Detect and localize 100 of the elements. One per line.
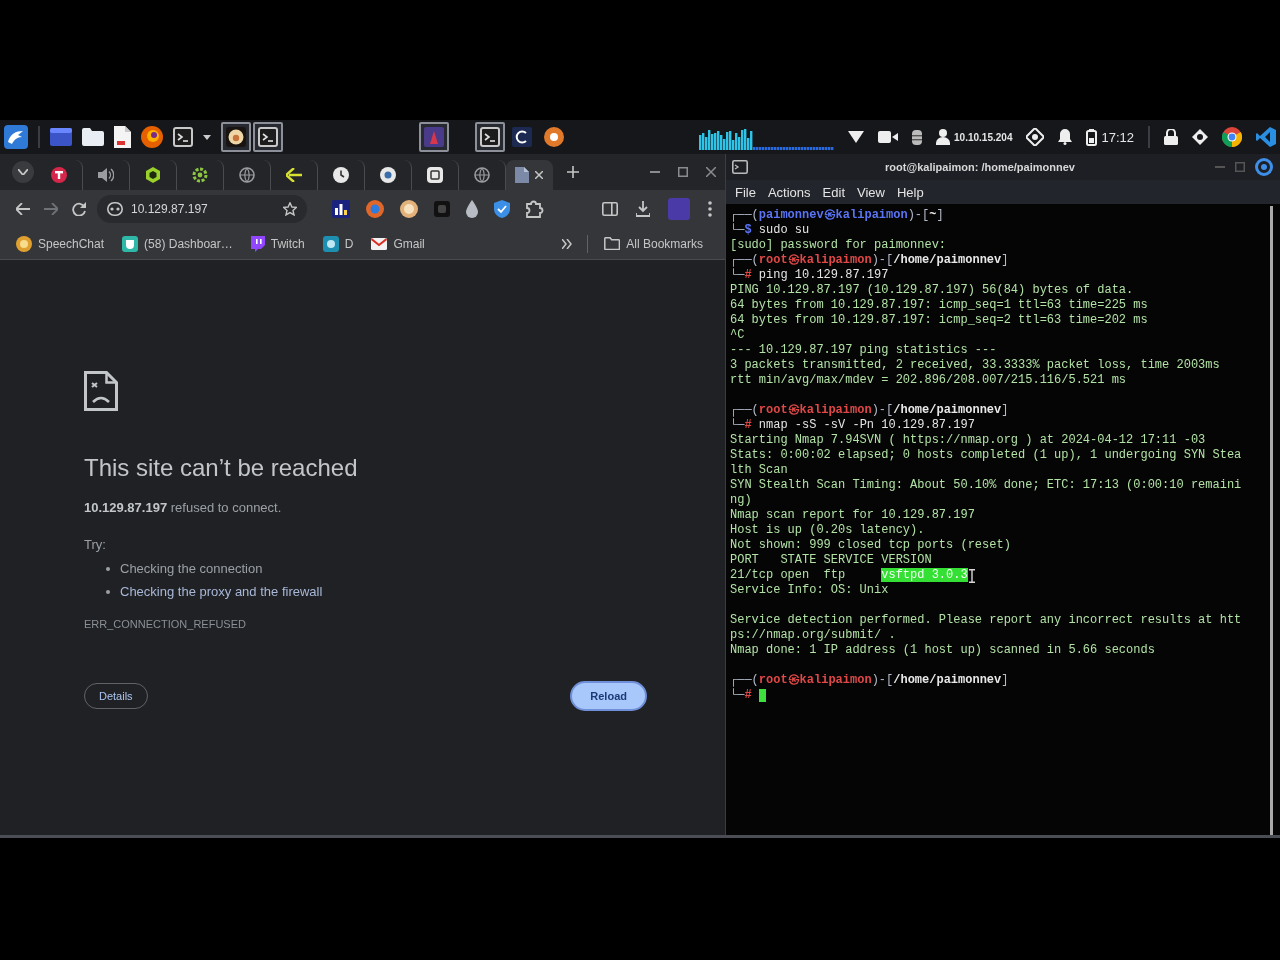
favicon-icon	[250, 235, 265, 252]
globe-icon	[239, 167, 255, 183]
document-icon[interactable]	[114, 126, 131, 148]
terminal-icon	[480, 127, 500, 147]
folder-icon[interactable]	[82, 128, 104, 146]
terminal-cursor	[758, 689, 766, 702]
close-button[interactable]	[703, 164, 719, 180]
mail-icon	[371, 237, 388, 250]
diamond-icon[interactable]	[1192, 129, 1208, 145]
taskbar-button[interactable]	[475, 122, 505, 152]
network-icon[interactable]	[848, 131, 865, 143]
sidebar-button[interactable]	[599, 199, 621, 219]
site-info-icon[interactable]	[107, 202, 123, 216]
extension-button[interactable]	[397, 197, 421, 221]
menu-item[interactable]: View	[852, 182, 890, 202]
suggestion-link[interactable]: Checking the proxy and the firewall	[120, 584, 323, 599]
back-button[interactable]	[13, 200, 33, 218]
terminal-line: 64 bytes from 10.129.87.197: icmp_seq=2 ttl=63 time=202 ms	[730, 313, 1148, 328]
scrollbar[interactable]	[1270, 206, 1273, 835]
minimize-icon	[1215, 166, 1225, 168]
terminal-line: └─# ping 10.129.87.197	[730, 268, 889, 283]
error-code: ERR_CONNECTION_REFUSED	[84, 618, 247, 630]
terminal-line: ng)	[730, 493, 752, 508]
close-icon	[1255, 158, 1273, 176]
page-icon	[515, 167, 529, 183]
browser-icon[interactable]	[1222, 127, 1242, 147]
bell-icon[interactable]	[1058, 129, 1073, 145]
close-icon[interactable]	[535, 171, 543, 179]
terminal-line: Service Info: OS: Unix	[730, 583, 889, 598]
close-icon	[706, 167, 716, 177]
speaker-icon	[98, 168, 114, 182]
bookmark[interactable]: Gmail	[367, 234, 429, 253]
window-icon	[512, 127, 532, 147]
bullet-icon	[106, 589, 110, 594]
terminal-line: 21/tcp open ftp vsftpd 3.0.3	[730, 568, 968, 583]
terminal-line: Not shown: 999 closed tcp ports (reset)	[730, 538, 1011, 553]
caret-icon[interactable]	[203, 134, 211, 140]
lock-icon[interactable]	[1164, 129, 1178, 145]
ring-icon	[366, 200, 384, 218]
circle-app-icon	[226, 127, 246, 147]
terminal-line: Nmap done: 1 IP address (1 host up) scanned in 5.66 seconds	[730, 643, 1155, 658]
menu-item[interactable]: Edit	[817, 182, 850, 202]
terminal-line: Host is up (0.20s latency).	[730, 523, 925, 538]
all-bookmarks-button[interactable]: All Bookmarks	[600, 234, 707, 253]
terminal-line: Starting Nmap 7.94SVN ( https://nmap.org ) at 2024-04-12 17:11 -03	[730, 433, 1206, 448]
taskbar-button[interactable]	[221, 122, 251, 152]
circle-app-icon	[544, 127, 564, 147]
user-icon[interactable]	[936, 129, 951, 145]
database-icon[interactable]	[912, 129, 923, 145]
camera-icon[interactable]	[878, 131, 899, 143]
error-message: 10.129.87.197 refused to connect.	[84, 499, 283, 516]
terminal-line: --- 10.129.87.197 ping statistics ---	[730, 343, 997, 358]
diamond-icon[interactable]	[1026, 128, 1045, 146]
code-editor-icon[interactable]	[1256, 127, 1276, 147]
forward-button[interactable]	[41, 200, 61, 218]
bookmark[interactable]: (58) Dashboar…	[118, 233, 237, 254]
terminal-line: └─# nmap -sS -sV -Pn 10.129.87.197	[730, 418, 975, 433]
extension-button[interactable]	[329, 197, 353, 221]
maximize-button[interactable]	[675, 164, 691, 180]
menu-item[interactable]: Actions	[762, 182, 816, 202]
bookmark[interactable]: Twitch	[246, 233, 309, 254]
square-favicon-icon	[427, 167, 443, 183]
terminal-line: └─$ sudo su	[730, 223, 810, 238]
app-menu-icon[interactable]	[4, 125, 28, 149]
clock[interactable]: 17:12	[1101, 129, 1134, 145]
try-label: Try:	[84, 536, 107, 553]
terminal-icon	[258, 127, 278, 147]
extension-button[interactable]	[491, 197, 513, 221]
download-icon	[636, 201, 650, 217]
terminal-line: Nmap scan report for 10.129.87.197	[730, 508, 975, 523]
details-button[interactable]: Details	[84, 683, 148, 709]
browser-menu-button[interactable]	[705, 198, 715, 220]
bookmark[interactable]: SpeechChat	[12, 233, 109, 254]
favicon-icon	[322, 235, 339, 252]
folder-icon	[604, 237, 621, 250]
terminal-icon[interactable]	[173, 127, 193, 147]
address-bar[interactable]: 10.129.87.197	[97, 195, 307, 223]
circle-favicon-icon	[380, 167, 396, 183]
circle-icon	[400, 200, 418, 218]
taskbar-button[interactable]	[253, 122, 283, 152]
terminal-line: PORT STATE SERVICE VERSION	[730, 553, 932, 568]
download-button[interactable]	[633, 198, 653, 220]
menu-item[interactable]: Help	[891, 182, 929, 202]
browser-icon[interactable]	[141, 126, 163, 148]
terminal-line: [sudo] password for paimonnev:	[730, 238, 947, 253]
back-icon	[16, 203, 30, 215]
error-title: This site can’t be reached	[84, 453, 359, 483]
reload-button[interactable]: Reload	[570, 681, 647, 711]
battery-icon[interactable]	[1086, 128, 1098, 146]
maximize-icon	[678, 167, 688, 177]
suggestion-text: Checking the connection	[120, 561, 263, 576]
tab-search-button[interactable]	[12, 161, 34, 183]
menu-item[interactable]: File	[730, 182, 761, 202]
star-icon[interactable]	[283, 202, 297, 216]
close-button[interactable]	[1252, 155, 1276, 179]
arrow-icon	[286, 168, 302, 182]
minimize-button[interactable]	[647, 168, 663, 176]
bookmark[interactable]: D	[318, 233, 358, 254]
terminal-line: PING 10.129.87.197 (10.129.87.197) 56(84) bytes of data.	[730, 283, 1134, 298]
double-chevron-icon	[562, 238, 573, 249]
